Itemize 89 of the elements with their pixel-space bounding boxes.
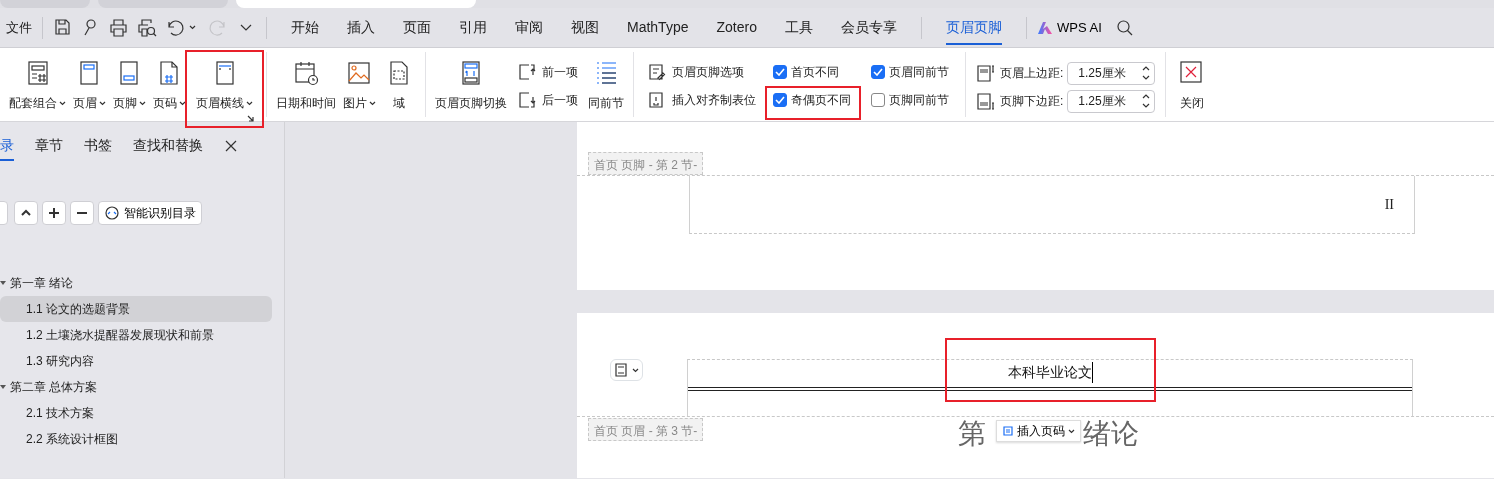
ribbon-button[interactable]: 页眉页脚选项: [644, 60, 759, 84]
ribbon-button[interactable]: 前一项: [514, 60, 581, 84]
image-icon: [346, 60, 372, 86]
ribbon-tab[interactable]: 会员专享: [840, 10, 897, 45]
field-label: 页眉上边距:: [1000, 65, 1064, 82]
header-text: 本科毕业论文: [1007, 362, 1093, 383]
close-icon[interactable]: [224, 139, 238, 153]
header-icon: [614, 363, 628, 377]
ribbon-tab[interactable]: 工具: [784, 10, 813, 45]
toolbar-button[interactable]: [53, 17, 73, 38]
search-icon[interactable]: [1115, 18, 1134, 37]
outline-item[interactable]: 1.1 论文的选题背景: [0, 296, 272, 323]
ribbon-button[interactable]: 页脚: [109, 58, 149, 122]
ribbon-tab[interactable]: 开始: [291, 10, 319, 45]
toolbar-button[interactable]: [137, 17, 157, 38]
top-margin-icon: [976, 63, 996, 83]
previous-icon: [517, 63, 537, 81]
ribbon-tab[interactable]: 视图: [571, 10, 599, 45]
checkbox[interactable]: [871, 93, 885, 107]
chevron-down-icon: [240, 24, 252, 31]
ribbon-button[interactable]: 页眉横线: [193, 58, 256, 122]
ribbon-button[interactable]: 页码: [149, 58, 189, 122]
outline-item[interactable]: 1.2 土壤浇水提醒器发展现状和前景: [0, 322, 272, 349]
outline-item[interactable]: 第二章 总体方案: [0, 374, 272, 401]
checkbox-label: 奇偶页不同: [791, 92, 851, 109]
ribbon-button[interactable]: 关闭: [1172, 58, 1213, 122]
outline-item[interactable]: 2.2 系统设计框图: [0, 426, 272, 453]
ribbon-tab[interactable]: 插入: [347, 10, 375, 45]
header-options-button[interactable]: [610, 359, 643, 381]
panel-tab[interactable]: 章节: [35, 131, 63, 161]
spinner-arrows-icon: [1142, 93, 1151, 109]
print-icon: [109, 17, 129, 38]
calendar-clock-icon: [293, 60, 319, 86]
ribbon-button[interactable]: 图片: [339, 58, 379, 122]
section-tag: 首页 页脚 - 第 2 节-: [588, 152, 704, 175]
undo-icon: [165, 17, 185, 38]
outline-item[interactable]: 第一章 绪论: [0, 270, 272, 297]
page-number: II: [1384, 196, 1394, 214]
panel-tab[interactable]: 书签: [84, 131, 112, 161]
bottom-margin-icon: [976, 91, 996, 111]
ribbon-button[interactable]: 域: [379, 58, 419, 122]
redo-icon: [208, 17, 228, 38]
outline-item[interactable]: 1.3 研究内容: [0, 348, 272, 375]
checkbox-label: 首页不同: [791, 64, 839, 81]
file-menu[interactable]: 文件: [6, 17, 32, 38]
checkbox[interactable]: [871, 65, 885, 79]
ribbon-button[interactable]: 插入对齐制表位: [644, 88, 759, 112]
toolbar-button[interactable]: [165, 17, 185, 38]
ribbon-button[interactable]: 配套组合: [6, 58, 69, 122]
preview-icon: [137, 17, 157, 38]
next-icon: [517, 91, 537, 109]
page-number-icon: [1002, 425, 1015, 437]
save-icon: [53, 17, 73, 38]
ribbon-tab[interactable]: 页面: [403, 10, 431, 45]
ribbon-button[interactable]: 同前节: [585, 58, 627, 122]
number-field[interactable]: 1.25厘米: [1067, 61, 1156, 85]
caret-icon: [1068, 428, 1076, 434]
field-label: 页脚下边距:: [1000, 93, 1064, 110]
checkbox-label: 页眉同前节: [889, 64, 949, 81]
ribbon-button[interactable]: 页眉页脚切换: [432, 58, 510, 122]
ribbon-tab[interactable]: 引用: [459, 10, 487, 45]
ai-button[interactable]: WPS AI: [1036, 17, 1102, 38]
options-icon: [647, 63, 667, 81]
panel-tab[interactable]: 录: [0, 131, 14, 161]
ribbon-tab[interactable]: 页眉页脚: [945, 10, 1002, 45]
caret-icon: [189, 25, 196, 30]
panel-tab[interactable]: 查找和替换: [133, 131, 203, 161]
section-tag: 首页 页眉 - 第 3 节-: [588, 418, 704, 441]
ai-logo-icon: [1036, 20, 1053, 35]
checkbox-label: 页脚同前节: [889, 92, 949, 109]
toolbar-button[interactable]: [109, 17, 129, 38]
ribbon-button[interactable]: 后一项: [514, 88, 581, 112]
outline-item[interactable]: 2.1 技术方案: [0, 400, 272, 427]
checkbox[interactable]: [773, 65, 787, 79]
heading-text: 第: [958, 420, 987, 448]
ribbon-button[interactable]: 页眉: [69, 58, 109, 122]
heading-text: 绪论: [1083, 420, 1140, 448]
ribbon-tab[interactable]: 审阅: [515, 10, 543, 45]
checkbox[interactable]: [773, 93, 787, 107]
ribbon-button[interactable]: 日期和时间: [273, 58, 339, 122]
spinner-arrows-icon: [1142, 65, 1151, 81]
plus-icon: [48, 206, 60, 219]
insert-page-number-button[interactable]: 插入页码: [996, 420, 1082, 442]
ribbon-tab[interactable]: MathType: [627, 10, 689, 45]
number-field[interactable]: 1.25厘米: [1067, 89, 1156, 113]
caret-icon: [632, 367, 639, 373]
smart-toc-button[interactable]: 智能识别目录: [98, 200, 202, 225]
ribbon-tab[interactable]: Zotero: [716, 10, 757, 45]
toolbar-button[interactable]: [240, 24, 252, 31]
